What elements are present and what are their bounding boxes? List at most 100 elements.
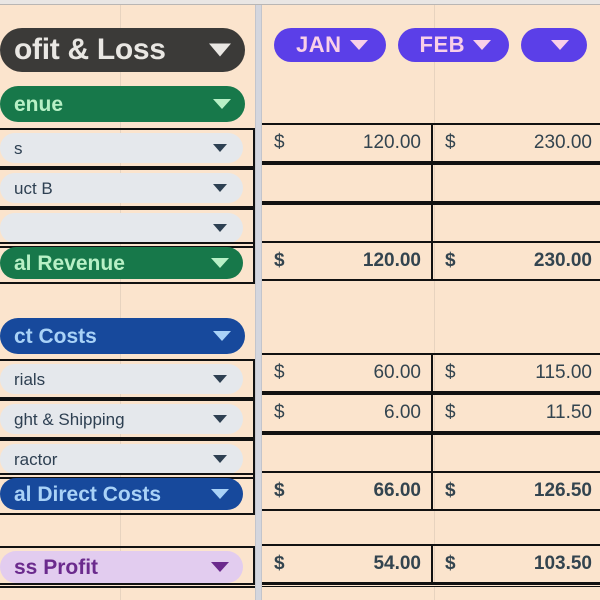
total-direct-costs-label: al Direct Costs: [14, 482, 162, 506]
currency-symbol: $: [274, 553, 285, 574]
direct-costs-header-pill[interactable]: ct Costs: [0, 318, 245, 354]
cell-total-direct-costs-feb[interactable]: $ 126.50: [433, 473, 600, 509]
cell-value: 115.00: [535, 362, 592, 383]
chevron-down-icon[interactable]: [349, 40, 368, 50]
table-row[interactable]: s: [0, 128, 255, 168]
gross-profit-pill[interactable]: ss Profit: [0, 551, 243, 583]
table-row-values[interactable]: [262, 203, 600, 243]
cell-sales-jan[interactable]: $ 120.00: [262, 125, 433, 161]
cell-freight-feb[interactable]: $ 11.50: [433, 395, 600, 431]
list-item-label: ght & Shipping: [14, 409, 125, 429]
line-item-freight-shipping[interactable]: ght & Shipping: [0, 404, 243, 434]
total-row-direct-costs[interactable]: al Direct Costs: [0, 473, 255, 515]
month-pill-next[interactable]: [521, 28, 588, 62]
month-pill-jan[interactable]: JAN: [274, 28, 386, 62]
cell-value: 54.00: [373, 553, 421, 574]
total-row-revenue-values[interactable]: $ 120.00 $ 230.00: [262, 241, 600, 281]
month-header-cell-jan[interactable]: JAN: [262, 28, 386, 62]
cell-total-revenue-jan[interactable]: $ 120.00: [262, 243, 433, 279]
month-label-feb: FEB: [419, 32, 466, 57]
cell-value: 120.00: [362, 132, 421, 153]
line-item-product-b[interactable]: uct B: [0, 173, 243, 203]
table-row-values[interactable]: $ 6.00 $ 11.50 $: [262, 393, 600, 433]
cell-value: 60.00: [373, 362, 421, 383]
month-header-cell-feb[interactable]: FEB: [386, 28, 510, 62]
cell-product-b-feb[interactable]: [433, 165, 600, 201]
cell-value: 6.00: [384, 402, 421, 423]
revenue-header-label: enue: [14, 92, 64, 116]
table-row[interactable]: rials: [0, 359, 255, 399]
chevron-down-icon[interactable]: [213, 224, 227, 232]
currency-symbol: $: [445, 480, 456, 501]
month-pill-feb[interactable]: FEB: [397, 28, 510, 62]
table-row-values[interactable]: $ 60.00 $ 115.00 $: [262, 353, 600, 393]
chevron-down-icon[interactable]: [213, 144, 227, 152]
cell-contractor-feb[interactable]: [433, 435, 600, 471]
gross-profit-label: ss Profit: [14, 555, 99, 579]
section-header-direct-costs[interactable]: ct Costs: [0, 315, 255, 357]
line-item-blank[interactable]: [0, 213, 243, 243]
chevron-down-icon[interactable]: [213, 99, 231, 109]
chevron-down-icon[interactable]: [209, 43, 231, 57]
table-row-values[interactable]: [262, 163, 600, 203]
month-header-cell-next[interactable]: [509, 28, 600, 62]
list-item-label: uct B: [14, 178, 53, 198]
chevron-down-icon[interactable]: [211, 562, 229, 572]
list-item-label: s: [14, 138, 23, 158]
total-direct-costs-pill[interactable]: al Direct Costs: [0, 478, 243, 510]
cell-materials-feb[interactable]: $ 115.00: [433, 355, 600, 391]
chevron-down-icon[interactable]: [473, 40, 492, 50]
section-header-revenue[interactable]: enue: [0, 83, 255, 125]
report-title-cell[interactable]: ofit & Loss: [0, 25, 255, 75]
table-row[interactable]: uct B: [0, 168, 255, 208]
currency-symbol: $: [274, 480, 285, 501]
total-row-direct-costs-values[interactable]: $ 66.00 $ 126.50: [262, 471, 600, 511]
spreadsheet-canvas: ofit & Loss enue s uct B al Revenue ct C…: [0, 0, 600, 600]
currency-symbol: $: [445, 402, 456, 423]
chevron-down-icon[interactable]: [213, 184, 227, 192]
cell-sales-feb[interactable]: $ 230.00: [433, 125, 600, 161]
line-item-materials[interactable]: rials: [0, 364, 243, 394]
chevron-down-icon[interactable]: [211, 258, 229, 268]
total-row-gross-profit[interactable]: ss Profit: [0, 546, 255, 588]
chevron-down-icon[interactable]: [213, 455, 227, 463]
table-row-values[interactable]: [262, 433, 600, 473]
total-row-revenue[interactable]: al Revenue: [0, 242, 255, 284]
cell-contractor-jan[interactable]: [262, 435, 433, 471]
cell-freight-jan[interactable]: $ 6.00: [262, 395, 433, 431]
total-revenue-pill[interactable]: al Revenue: [0, 247, 243, 279]
month-header-row: JAN FEB: [262, 28, 600, 62]
frozen-pane-divider[interactable]: [255, 0, 262, 600]
list-item-label: rials: [14, 369, 46, 389]
cell-value: 120.00: [362, 250, 421, 271]
cell-total-revenue-feb[interactable]: $ 230.00: [433, 243, 600, 279]
chevron-down-icon[interactable]: [551, 40, 570, 50]
table-row[interactable]: ght & Shipping: [0, 399, 255, 439]
column-header-strip: [0, 0, 600, 5]
cell-value: 103.50: [533, 553, 592, 574]
report-title-pill[interactable]: ofit & Loss: [0, 28, 245, 72]
table-row-values[interactable]: $ 120.00 $ 230.00 $: [262, 123, 600, 163]
cell-value: 230.00: [533, 132, 592, 153]
cell-total-direct-costs-jan[interactable]: $ 66.00: [262, 473, 433, 509]
cell-materials-jan[interactable]: $ 60.00: [262, 355, 433, 391]
gross-profit-values[interactable]: $ 54.00 $ 103.50: [262, 544, 600, 584]
bottom-double-rule: [0, 583, 600, 587]
cell-gross-profit-jan[interactable]: $ 54.00: [262, 546, 433, 582]
currency-symbol: $: [274, 132, 285, 153]
line-item-contractor[interactable]: ractor: [0, 444, 243, 474]
line-item-sales[interactable]: s: [0, 133, 243, 163]
cell-gross-profit-feb[interactable]: $ 103.50: [433, 546, 600, 582]
currency-symbol: $: [445, 553, 456, 574]
chevron-down-icon[interactable]: [213, 415, 227, 423]
chevron-down-icon[interactable]: [211, 489, 229, 499]
cell-blank-jan[interactable]: [262, 205, 433, 241]
chevron-down-icon[interactable]: [213, 375, 227, 383]
direct-costs-header-label: ct Costs: [14, 324, 97, 348]
list-item-label: ractor: [14, 449, 58, 469]
chevron-down-icon[interactable]: [213, 331, 231, 341]
cell-product-b-jan[interactable]: [262, 165, 433, 201]
currency-symbol: $: [445, 132, 456, 153]
cell-blank-feb[interactable]: [433, 205, 600, 241]
revenue-header-pill[interactable]: enue: [0, 86, 245, 122]
